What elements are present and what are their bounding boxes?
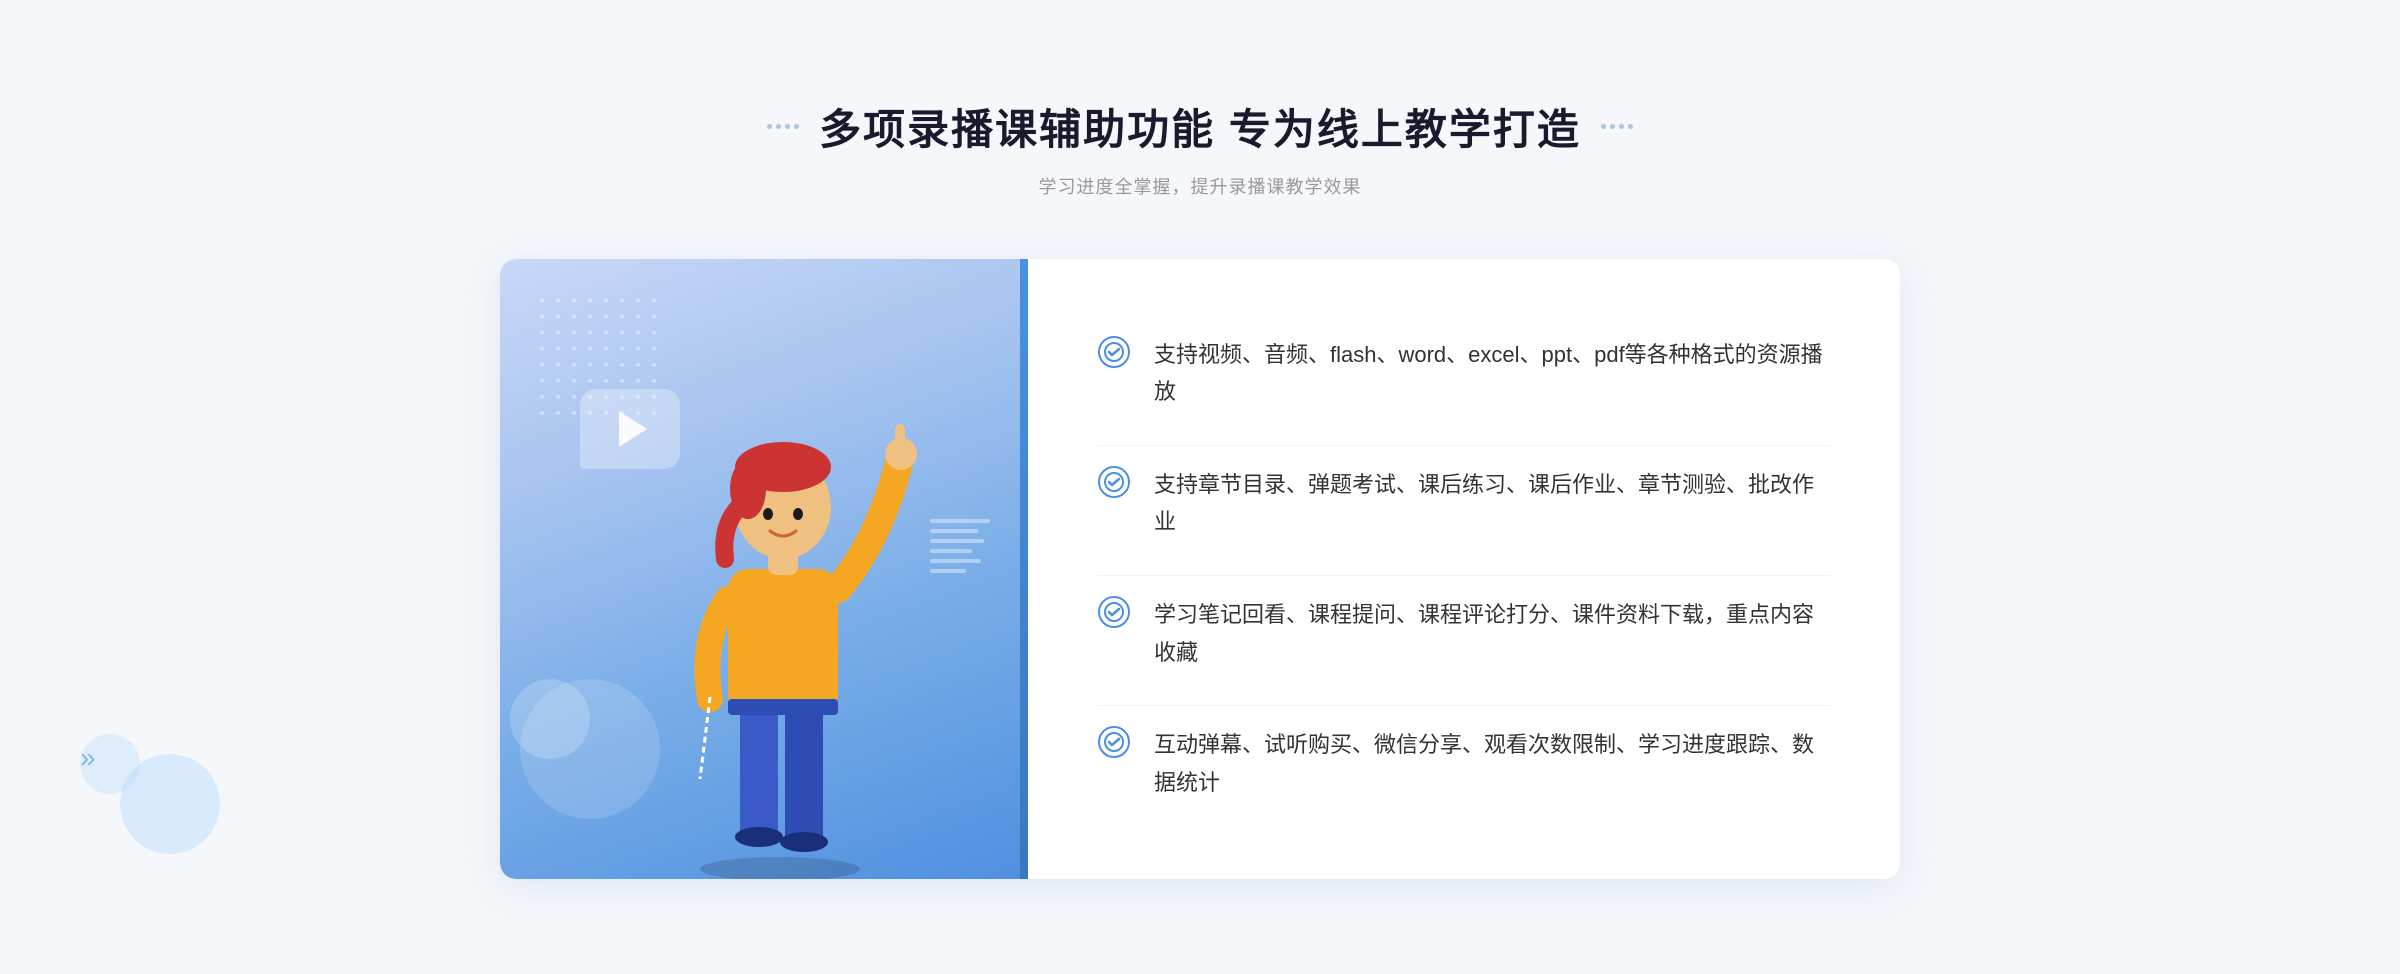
chevron-icon: »: [80, 742, 96, 774]
check-circle-icon-4: [1098, 726, 1130, 758]
check-svg-3: [1104, 602, 1124, 622]
title-row: 多项录播课辅助功能 专为线上教学打造: [767, 96, 1633, 157]
check-svg-1: [1104, 342, 1124, 362]
feature-text-2: 支持章节目录、弹题考试、课后练习、课后作业、章节测验、批改作业: [1154, 466, 1830, 541]
check-svg-4: [1104, 732, 1124, 752]
feature-text-1: 支持视频、音频、flash、word、excel、ppt、pdf等各种格式的资源…: [1154, 336, 1830, 411]
check-svg-2: [1104, 472, 1124, 492]
person-illustration: [640, 359, 940, 879]
features-panel: 支持视频、音频、flash、word、excel、ppt、pdf等各种格式的资源…: [1028, 259, 1900, 879]
sub-title: 学习进度全掌握，提升录播课教学效果: [767, 173, 1633, 199]
check-circle-icon-3: [1098, 596, 1130, 628]
title-dots-right: [1601, 124, 1633, 129]
feature-item-3: 学习笔记回看、课程提问、课程评论打分、课件资料下载，重点内容收藏: [1098, 575, 1830, 691]
illustration-panel: [500, 259, 1020, 879]
feature-item-2: 支持章节目录、弹题考试、课后练习、课后作业、章节测验、批改作业: [1098, 445, 1830, 561]
vertical-bar: [1020, 259, 1028, 879]
check-circle-icon-2: [1098, 466, 1130, 498]
main-title: 多项录播课辅助功能 专为线上教学打造: [819, 96, 1581, 157]
feature-text-3: 学习笔记回看、课程提问、课程评论打分、课件资料下载，重点内容收藏: [1154, 596, 1830, 671]
check-circle-icon-1: [1098, 336, 1130, 368]
feature-item-1: 支持视频、音频、flash、word、excel、ppt、pdf等各种格式的资源…: [1098, 316, 1830, 431]
deco-circle-small: [510, 679, 590, 759]
feature-item-4: 互动弹幕、试听购买、微信分享、观看次数限制、学习进度跟踪、数据统计: [1098, 705, 1830, 821]
title-dots-left: [767, 124, 799, 129]
content-area: 支持视频、音频、flash、word、excel、ppt、pdf等各种格式的资源…: [500, 259, 1900, 879]
header: 多项录播课辅助功能 专为线上教学打造 学习进度全掌握，提升录播课教学效果: [767, 96, 1633, 199]
feature-text-4: 互动弹幕、试听购买、微信分享、观看次数限制、学习进度跟踪、数据统计: [1154, 726, 1830, 801]
page-chevrons-left: »: [80, 742, 96, 774]
page-wrapper: » 多项录播课辅助功能 专为线上教学打造 学习进度全掌握，提升录播课教学效果: [0, 0, 2400, 974]
